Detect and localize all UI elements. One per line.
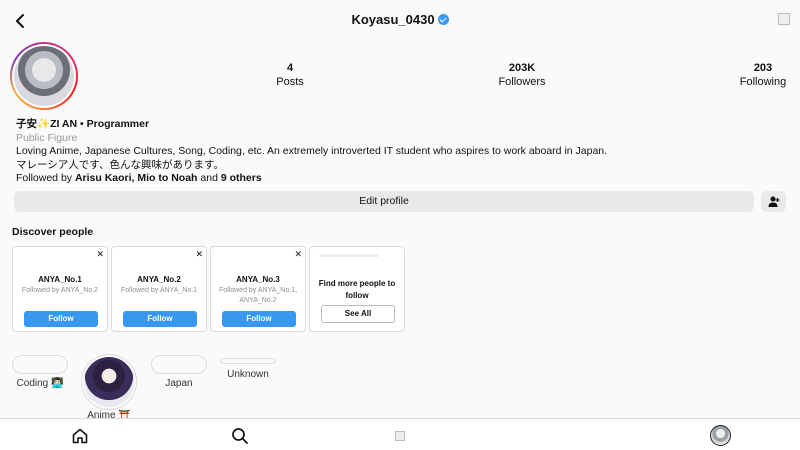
following-stat[interactable]: 203 Following <box>733 62 793 88</box>
home-icon[interactable] <box>71 427 89 445</box>
follow-button[interactable]: Follow <box>222 311 296 327</box>
followed-by-names: Arisu Kaori, Mio to Noah <box>74 172 198 184</box>
following-label: Following <box>739 76 787 88</box>
display-name: 子安✨ZI AN • Programmer <box>16 118 786 132</box>
followed-by-others: 9 others <box>220 172 262 184</box>
posts-count: 4 <box>286 62 294 74</box>
suggestion-card: ✕ ANYA_No.2 Followed by ANYA_No.1 Follow <box>111 246 207 332</box>
highlight-label: Unknown <box>227 369 269 380</box>
followed-by-prefix: Followed by <box>16 172 75 184</box>
broken-image-icon[interactable] <box>778 13 790 25</box>
add-person-icon <box>768 196 780 207</box>
highlight-anime[interactable]: Anime ⛩️ <box>80 354 138 421</box>
display-name-jp: 子安 <box>16 118 37 130</box>
suggestion-card: ✕ ANYA_No.1 Followed by ANYA_No.2 Follow <box>12 246 108 332</box>
avatar-image <box>14 46 74 106</box>
bottom-navigation <box>0 418 800 450</box>
bio-line-2: マレーシア人です、色んな興味があります。 <box>16 158 224 171</box>
suggestion-followed-by: Followed by ANYA_No.1 <box>120 287 198 294</box>
discover-people-title: Discover people <box>12 226 94 238</box>
sparkle-emoji: ✨ <box>37 118 51 130</box>
edit-profile-button[interactable]: Edit profile <box>14 191 754 212</box>
posts-label: Posts <box>276 76 304 88</box>
search-icon[interactable] <box>231 427 249 445</box>
profile-avatar-icon[interactable] <box>710 425 731 446</box>
suggestion-username[interactable]: ANYA_No.2 <box>112 275 206 284</box>
followed-by[interactable]: Followed by Arisu Kaori, Mio to Noah and… <box>16 172 786 186</box>
reels-icon[interactable] <box>395 431 405 441</box>
follow-button[interactable]: Follow <box>123 311 197 327</box>
followers-label: Followers <box>498 76 546 88</box>
top-bar: Koyasu_0430 <box>0 0 800 42</box>
close-icon[interactable]: ✕ <box>96 250 104 259</box>
followed-by-and: and <box>197 172 221 184</box>
suggestion-card: ✕ ANYA_No.3 Followed by ANYA_No.1, ANYA_… <box>210 246 306 332</box>
find-more-text: Find more people to follow <box>318 279 396 300</box>
highlight-cover <box>220 358 276 364</box>
avatar-inner <box>12 44 76 108</box>
highlight-japan[interactable]: Japan <box>150 355 208 389</box>
profile-username-title: Koyasu_0430 <box>0 12 800 27</box>
followers-stat[interactable]: 203K Followers <box>492 62 552 88</box>
highlight-cover <box>81 354 137 410</box>
highlight-label: Coding 👨🏻‍💻 <box>16 378 64 389</box>
suggestion-followed-by: Followed by ANYA_No.2 <box>21 287 99 294</box>
display-name-rest: ZI AN • Programmer <box>50 118 150 130</box>
verified-badge-icon <box>437 14 449 25</box>
profile-avatar[interactable] <box>10 42 78 110</box>
posts-stat[interactable]: 4 Posts <box>260 62 320 88</box>
close-icon[interactable]: ✕ <box>195 250 203 259</box>
following-count: 203 <box>753 62 773 74</box>
discover-people-toggle-button[interactable] <box>761 191 786 212</box>
highlight-cover <box>12 355 68 374</box>
see-all-button[interactable]: See All <box>321 305 395 323</box>
close-icon[interactable]: ✕ <box>294 250 302 259</box>
username: Koyasu_0430 <box>351 12 435 27</box>
profile-category: Public Figure <box>16 131 78 144</box>
bio-line-1: Loving Anime, Japanese Cultures, Song, C… <box>16 145 608 157</box>
suggestion-username[interactable]: ANYA_No.3 <box>211 275 305 284</box>
highlight-coding[interactable]: Coding 👨🏻‍💻 <box>11 355 69 389</box>
profile-bio: 子安✨ZI AN • Programmer Public Figure Lovi… <box>16 118 786 186</box>
find-more-card: Find more people to follow See All <box>309 246 405 332</box>
card-placeholder-line <box>319 254 379 257</box>
follow-button[interactable]: Follow <box>24 311 98 327</box>
highlight-cover-image <box>84 357 134 407</box>
followers-count: 203K <box>508 62 536 74</box>
highlight-label: Japan <box>165 378 193 389</box>
suggestion-followed-by: Followed by ANYA_No.1, ANYA_No.2 <box>218 287 298 304</box>
highlight-unknown[interactable]: Unknown <box>219 358 277 380</box>
suggestion-username[interactable]: ANYA_No.1 <box>13 275 107 284</box>
highlight-cover <box>151 355 207 374</box>
